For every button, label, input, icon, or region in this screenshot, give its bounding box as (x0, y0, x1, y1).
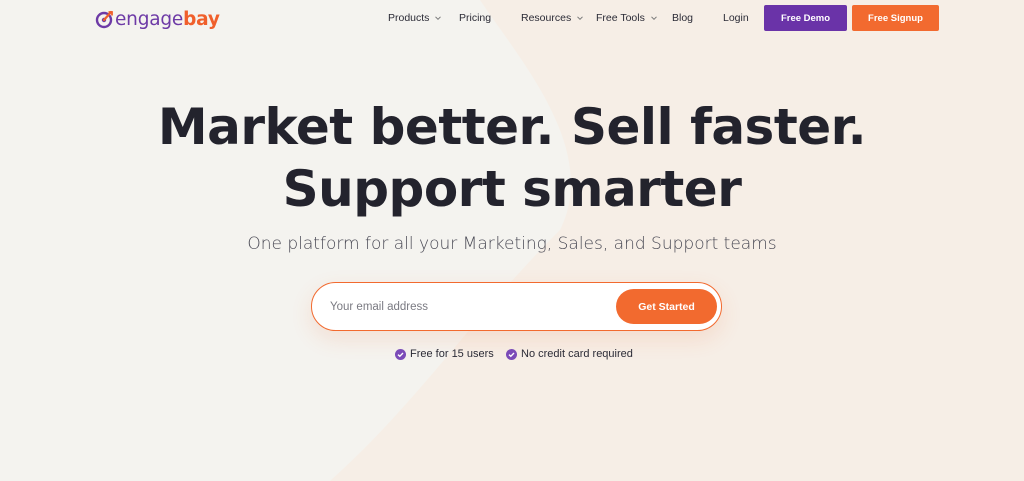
nav-blog-label: Blog (672, 12, 694, 24)
nav-products[interactable]: Products (388, 12, 442, 24)
nav-free-tools[interactable]: Free Tools (596, 12, 658, 24)
chevron-down-icon (577, 16, 584, 21)
free-signup-button[interactable]: Free Signup (852, 5, 939, 31)
chevron-down-icon (650, 16, 657, 21)
hero-title: Market better. Sell faster. Support smar… (0, 96, 1024, 220)
nav-resources[interactable]: Resources (521, 12, 584, 24)
free-demo-button[interactable]: Free Demo (764, 5, 847, 31)
brand-name-bay: bay (183, 8, 220, 30)
hero-title-line1: Market better. Sell faster. (157, 98, 867, 156)
nav-login[interactable]: Login (723, 12, 749, 24)
chevron-down-icon (435, 16, 442, 21)
check-circle-icon (506, 348, 517, 360)
nav-resources-label: Resources (521, 12, 572, 24)
brand-name-engage: engage (115, 8, 184, 30)
check-circle-icon (395, 348, 406, 360)
brand-logo[interactable]: engage bay (94, 7, 220, 31)
perk-no-credit-card-label: No credit card required (521, 348, 633, 360)
nav-pricing[interactable]: Pricing (459, 12, 491, 24)
nav-pricing-label: Pricing (459, 12, 492, 24)
email-signup-form: Get Started (311, 282, 722, 331)
get-started-button[interactable]: Get Started (616, 289, 717, 324)
nav-blog[interactable]: Blog (672, 12, 693, 24)
hero-title-line2: Support smarter (282, 160, 742, 218)
perk-free-users-label: Free for 15 users (410, 348, 494, 360)
perk-free-users: Free for 15 users (395, 348, 494, 360)
nav-products-label: Products (388, 12, 430, 24)
email-input[interactable] (330, 295, 610, 319)
hero-subtitle: One platform for all your Marketing, Sal… (247, 234, 777, 254)
nav-login-label: Login (723, 12, 749, 24)
perk-no-credit-card: No credit card required (506, 348, 633, 360)
engagebay-target-icon (95, 10, 113, 29)
nav-free-tools-label: Free Tools (596, 12, 645, 24)
site-header: engage bay Products Pricing Resources Fre… (0, 0, 1024, 36)
